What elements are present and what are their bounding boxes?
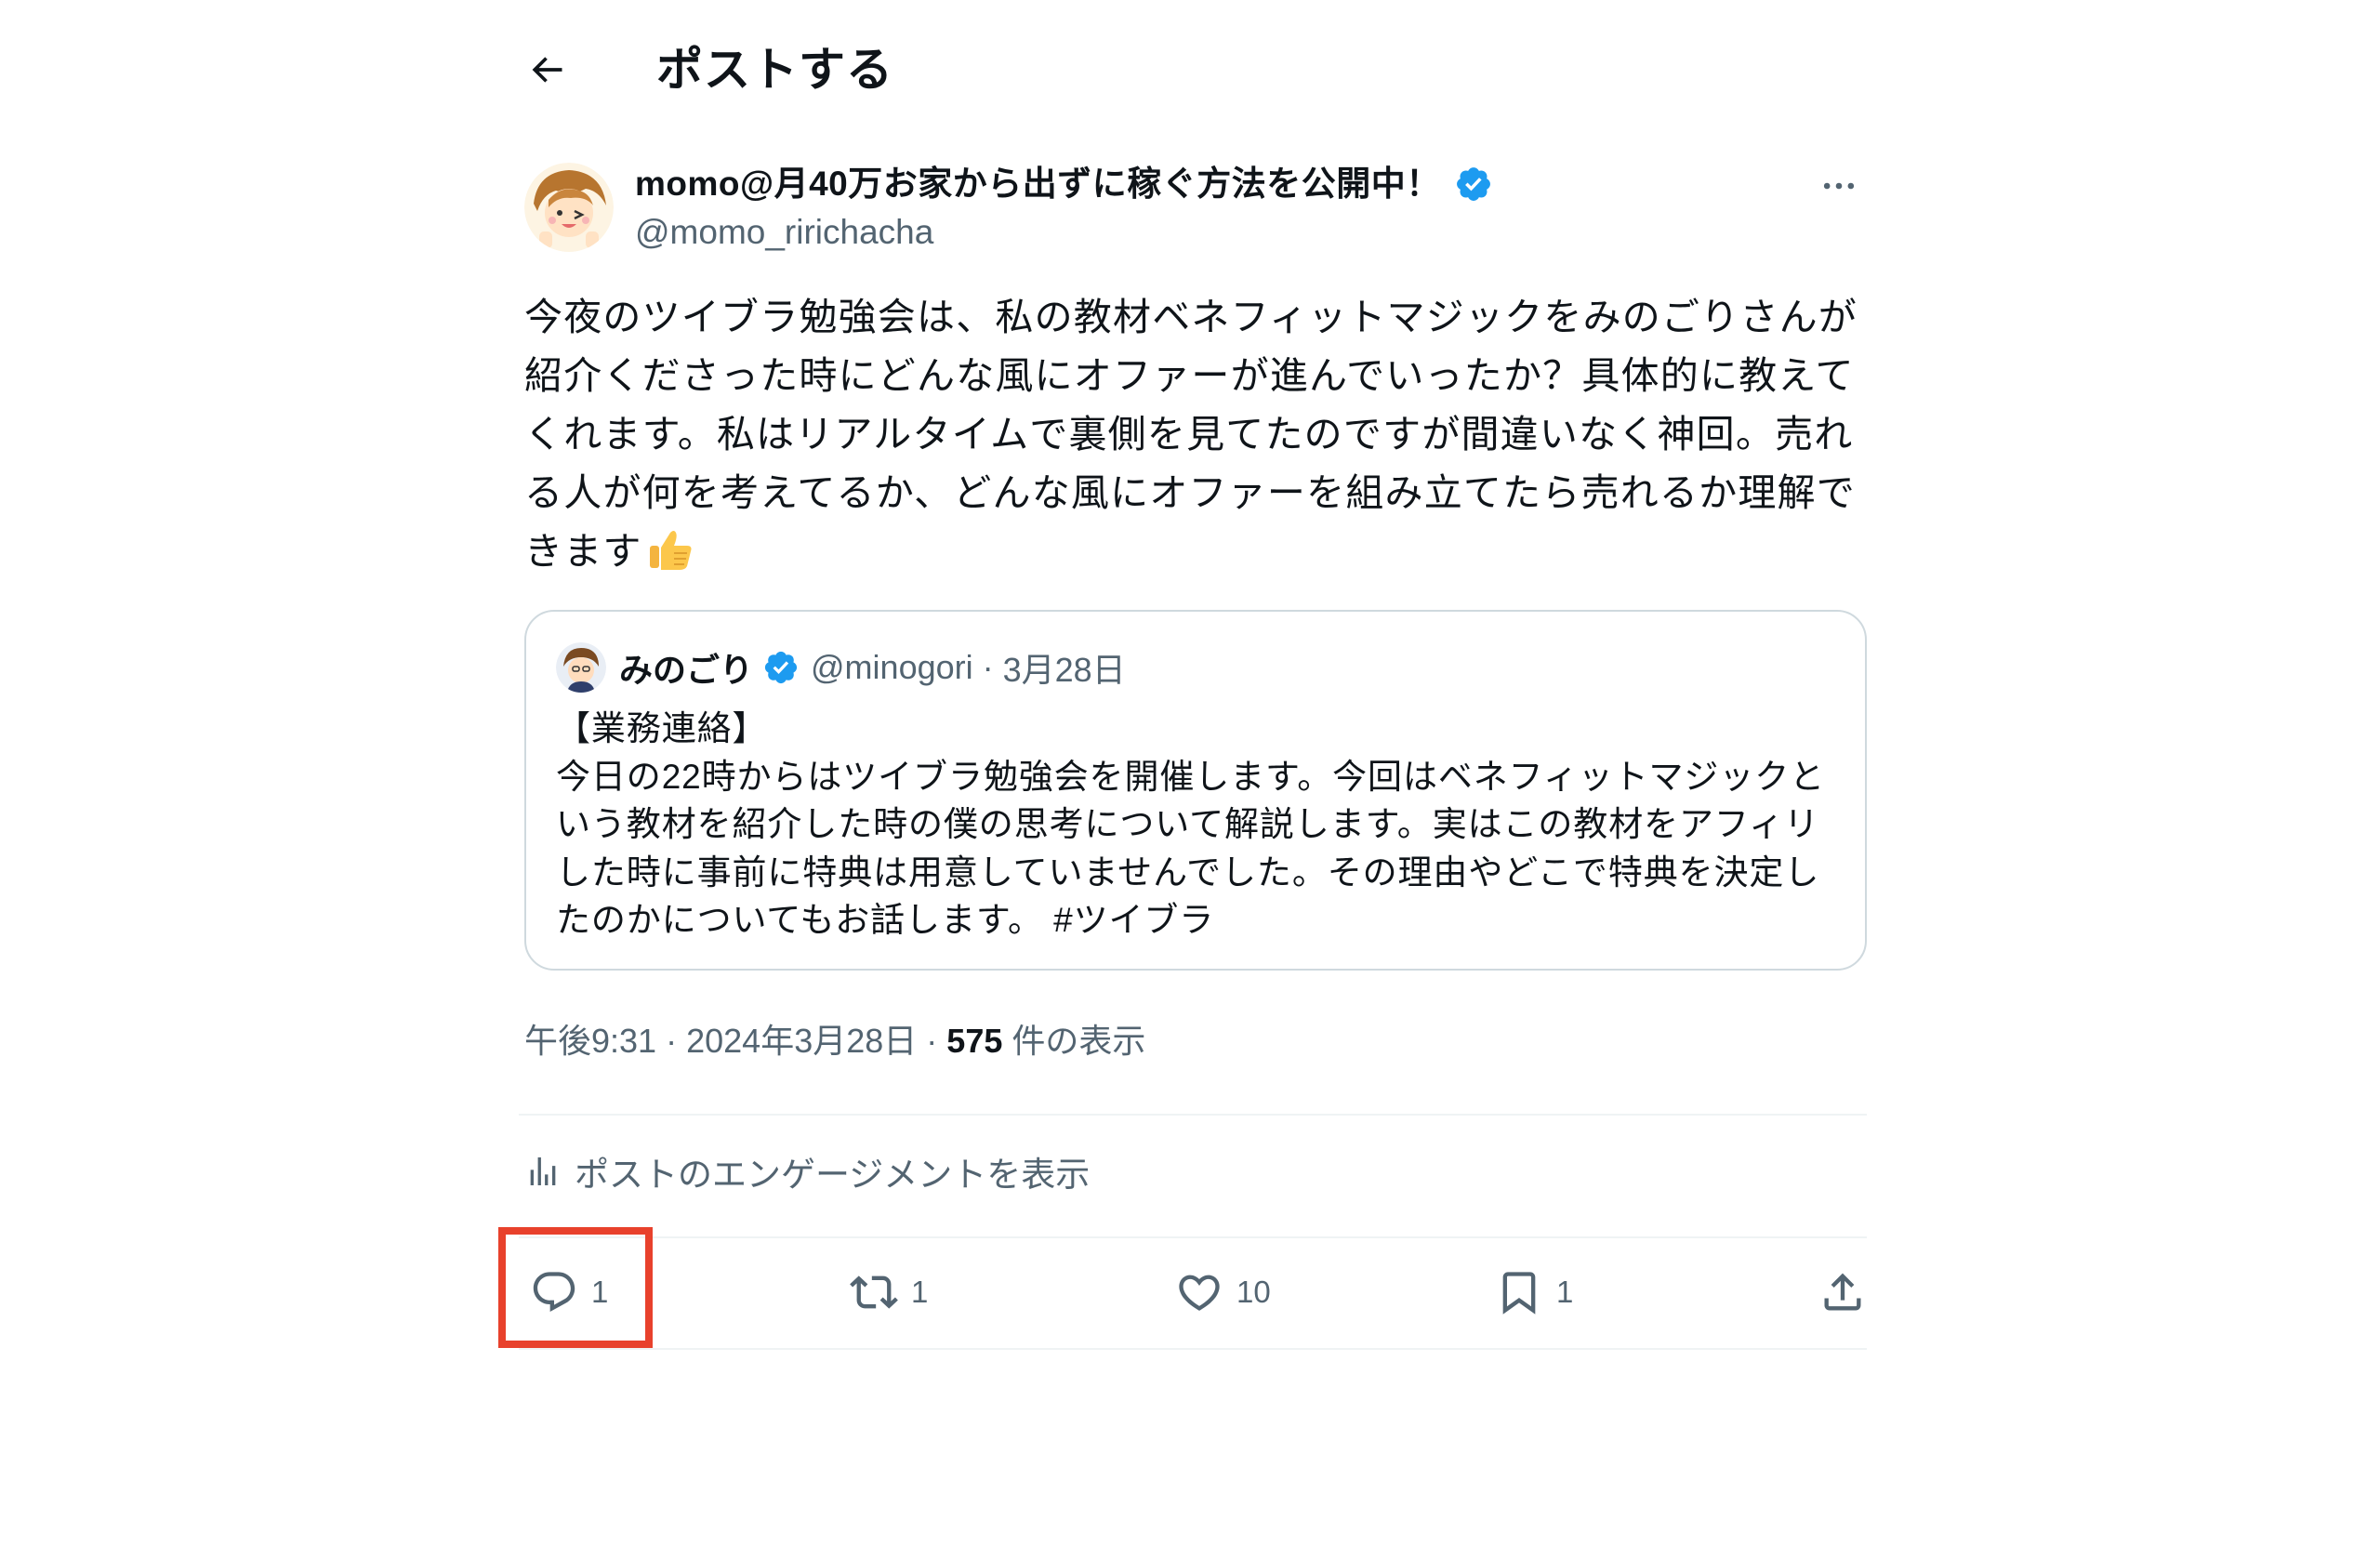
page-title: ポストする <box>656 44 893 96</box>
verified-badge-icon <box>1456 167 1490 201</box>
view-engagements-label: ポストのエンゲージメントを表示 <box>575 1156 1091 1194</box>
bookmark-icon <box>1502 1272 1536 1315</box>
quoted-avatar[interactable] <box>556 642 606 693</box>
divider <box>519 1114 1867 1116</box>
post-author: momo@月40万お家から出ずに稼ぐ方法を公開中！ @momo_ririchac… <box>519 160 1867 257</box>
meta-separator: · <box>982 648 994 686</box>
thumbs-up-icon <box>646 525 694 590</box>
post-detail-column: ポストする momo@月40万お家から出ずに稼ぐ方法を公開中！ @momo_ri… <box>498 0 1868 1546</box>
quoted-post[interactable]: みのごり @minogori · 3月28日 【業務連絡】 今日の22時からはツ… <box>524 610 1867 971</box>
quoted-post-text: 【業務連絡】 今日の22時からはツイブラ勉強会を開催します。今回はベネフィットマ… <box>556 709 1826 939</box>
repost-icon <box>850 1275 898 1309</box>
author-name[interactable]: momo@月40万お家から出ずに稼ぐ方法を公開中！ <box>635 160 1441 208</box>
meta-separator: · <box>926 1022 938 1060</box>
bookmark-button[interactable]: 1 <box>1495 1236 1573 1348</box>
post-text-body: 今夜のツイブラ勉強会は、私の教材ベネフィットマジックをみのごりさんが紹介くださっ… <box>524 296 1858 573</box>
views-label: 件の表示 <box>1012 1022 1146 1060</box>
like-count: 10 <box>1236 1275 1271 1309</box>
heart-icon <box>1179 1275 1220 1311</box>
more-options-button[interactable] <box>1811 167 1867 205</box>
quoted-post-date[interactable]: 3月28日 <box>1003 643 1126 692</box>
divider <box>519 1348 1867 1350</box>
meta-separator: · <box>666 1022 678 1060</box>
more-horizontal-icon <box>1823 182 1855 190</box>
back-button[interactable] <box>519 42 575 98</box>
reply-highlight-box <box>498 1227 653 1348</box>
post-date[interactable]: 2024年3月28日 <box>686 1022 917 1060</box>
like-button[interactable]: 10 <box>1175 1236 1271 1348</box>
views-count: 575 <box>946 1022 1003 1060</box>
author-handle[interactable]: @momo_ririchacha <box>635 208 933 257</box>
bookmark-count: 1 <box>1556 1275 1574 1309</box>
share-icon <box>1824 1273 1861 1311</box>
share-button[interactable] <box>1818 1236 1880 1348</box>
avatar[interactable] <box>524 163 614 252</box>
analytics-icon <box>530 1157 556 1185</box>
quoted-author-name[interactable]: みのごり <box>619 643 753 692</box>
post-meta: 午後9:31 · 2024年3月28日 · 575 件の表示 <box>524 1013 1145 1069</box>
post-actions-bar: 1 1 10 1 <box>519 1236 1867 1348</box>
quoted-author-handle[interactable]: @minogori <box>811 648 973 687</box>
repost-button[interactable]: 1 <box>850 1236 928 1348</box>
post-text: 今夜のツイブラ勉強会は、私の教材ベネフィットマジックをみのごりさんが紹介くださっ… <box>524 288 1868 590</box>
top-bar: ポストする <box>519 28 1867 112</box>
repost-count: 1 <box>911 1275 929 1309</box>
view-engagements-link[interactable]: ポストのエンゲージメントを表示 <box>524 1143 1090 1199</box>
verified-badge-icon <box>764 651 798 684</box>
arrow-left-icon <box>532 57 562 83</box>
post-time[interactable]: 午後9:31 <box>524 1022 656 1060</box>
